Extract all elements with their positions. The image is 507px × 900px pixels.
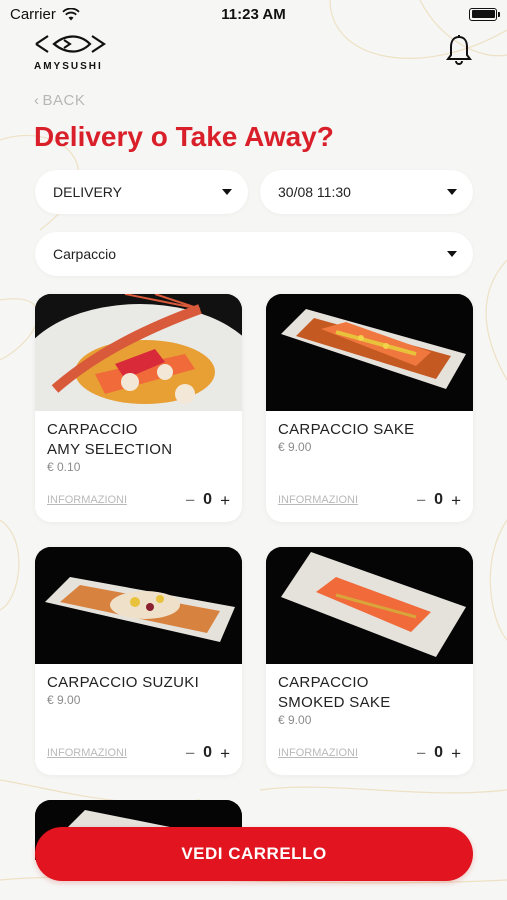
category-select[interactable]: Carpaccio xyxy=(35,232,473,276)
caret-down-icon xyxy=(222,189,232,195)
quantity-stepper: − 0 + xyxy=(185,744,230,762)
product-card[interactable]: CARPACCIO SAKE € 9.00 INFORMAZIONI − 0 + xyxy=(266,294,473,522)
product-price: € 0.10 xyxy=(47,460,81,474)
chevron-left-icon: ‹ xyxy=(34,92,40,109)
increment-button[interactable]: + xyxy=(451,745,461,762)
product-card[interactable]: CARPACCIO SMOKED SAKE € 9.00 INFORMAZION… xyxy=(266,547,473,775)
quantity-stepper: − 0 + xyxy=(185,491,230,509)
info-link[interactable]: INFORMAZIONI xyxy=(278,494,358,506)
delivery-mode-value: DELIVERY xyxy=(53,184,122,200)
info-link[interactable]: INFORMAZIONI xyxy=(278,747,358,759)
quantity-value: 0 xyxy=(434,744,444,761)
decrement-button[interactable]: − xyxy=(416,745,426,762)
increment-button[interactable]: + xyxy=(451,492,461,509)
category-value: Carpaccio xyxy=(53,246,117,262)
view-cart-button[interactable]: VEDI CARRELLO xyxy=(35,827,473,881)
datetime-value: 30/08 11:30 xyxy=(278,184,351,200)
datetime-select[interactable]: 30/08 11:30 xyxy=(260,170,473,214)
logo-text: AMYSUSHI xyxy=(34,61,103,72)
product-price: € 9.00 xyxy=(278,440,312,454)
product-name: CARPACCIO SMOKED SAKE xyxy=(278,674,391,711)
quantity-value: 0 xyxy=(203,744,213,761)
decrement-button[interactable]: − xyxy=(185,745,195,762)
app-header: AMYSUSHI xyxy=(34,32,473,78)
carrier-label: Carrier xyxy=(10,5,56,23)
product-card[interactable]: CARPACCIO SUZUKI € 9.00 INFORMAZIONI − 0… xyxy=(35,547,242,775)
product-image xyxy=(35,547,242,664)
info-link[interactable]: INFORMAZIONI xyxy=(47,494,127,506)
delivery-mode-select[interactable]: DELIVERY xyxy=(35,170,248,214)
info-link[interactable]: INFORMAZIONI xyxy=(47,747,127,759)
amysushi-logo: AMYSUSHI xyxy=(34,34,110,72)
status-bar: Carrier 11:23 AM xyxy=(0,0,507,28)
back-button[interactable]: ‹ BACK xyxy=(34,92,85,109)
bell-icon xyxy=(446,35,472,65)
product-image xyxy=(266,294,473,411)
increment-button[interactable]: + xyxy=(220,745,230,762)
quantity-value: 0 xyxy=(434,491,444,508)
product-card[interactable]: CARPACCIO AMY SELECTION € 0.10 INFORMAZI… xyxy=(35,294,242,522)
product-image xyxy=(266,547,473,664)
decrement-button[interactable]: − xyxy=(185,492,195,509)
notifications-button[interactable] xyxy=(445,34,473,66)
quantity-value: 0 xyxy=(203,491,213,508)
quantity-stepper: − 0 + xyxy=(416,744,461,762)
caret-down-icon xyxy=(447,189,457,195)
battery-icon xyxy=(469,7,500,21)
increment-button[interactable]: + xyxy=(220,492,230,509)
fish-logo-icon xyxy=(35,35,106,53)
product-name: CARPACCIO AMY SELECTION xyxy=(47,421,173,458)
wifi-icon xyxy=(62,7,80,20)
quantity-stepper: − 0 + xyxy=(416,491,461,509)
product-image xyxy=(35,294,242,411)
product-name: CARPACCIO SAKE xyxy=(278,421,415,438)
product-price: € 9.00 xyxy=(47,693,81,707)
product-name: CARPACCIO SUZUKI xyxy=(47,674,200,691)
decrement-button[interactable]: − xyxy=(416,492,426,509)
page-title: Delivery o Take Away? xyxy=(34,121,334,152)
back-label: BACK xyxy=(42,92,86,109)
product-price: € 9.00 xyxy=(278,713,312,727)
caret-down-icon xyxy=(447,251,457,257)
